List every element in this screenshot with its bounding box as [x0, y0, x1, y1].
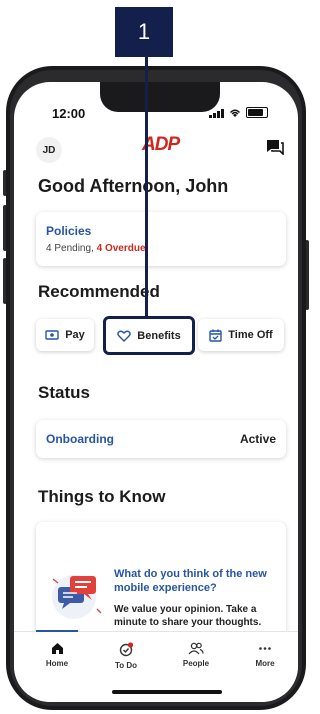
feedback-illustration-icon: [52, 575, 102, 619]
heart-icon: [117, 330, 132, 342]
time-off-label: Time Off: [228, 329, 273, 341]
home-indicator: [112, 690, 222, 694]
policies-summary: 4 Pending, 4 Overdue: [46, 243, 146, 254]
app-screen: 12:00 JD ADP Good Afternoon, John Polici…: [14, 82, 298, 702]
feedback-text: We value your opinion. Take a minute to …: [114, 604, 262, 628]
tab-more-label: More: [255, 659, 275, 668]
chat-icon[interactable]: [266, 139, 284, 155]
things-to-know-title: Things to Know: [38, 487, 166, 506]
tab-todo[interactable]: To Do: [96, 642, 156, 670]
feedback-title[interactable]: What do you think of the new mobile expe…: [114, 567, 280, 595]
signal-icon: [209, 108, 224, 118]
tab-home-label: Home: [45, 659, 69, 668]
avatar[interactable]: JD: [36, 137, 62, 163]
calendar-icon: [209, 329, 222, 342]
tab-people-label: People: [182, 659, 210, 668]
feedback-card[interactable]: What do you think of the new mobile expe…: [36, 522, 286, 642]
status-icons: [209, 107, 268, 118]
status-time: 12:00: [52, 106, 86, 121]
battery-icon: [246, 107, 268, 118]
benefits-label: Benefits: [137, 329, 181, 342]
tab-todo-label: To Do: [114, 661, 138, 670]
pay-button[interactable]: Pay: [36, 319, 94, 351]
time-off-button[interactable]: Time Off: [198, 319, 284, 351]
policies-pending: 4 Pending,: [46, 243, 94, 254]
onboarding-label: Onboarding: [46, 432, 114, 446]
onboarding-status-card[interactable]: Onboarding Active: [36, 420, 286, 458]
tab-people[interactable]: People: [166, 642, 226, 668]
status-title: Status: [38, 383, 90, 402]
step-callout-badge: 1: [115, 7, 173, 57]
wifi-icon: [230, 109, 240, 117]
policies-title: Policies: [46, 224, 92, 238]
policies-overdue: 4 Overdue: [96, 243, 146, 254]
more-icon: [259, 647, 271, 650]
people-icon: [188, 642, 204, 655]
onboarding-status-value: Active: [239, 432, 276, 446]
pay-icon: [45, 329, 59, 340]
tab-home[interactable]: Home: [27, 642, 87, 668]
notch: [100, 82, 220, 112]
tab-more[interactable]: More: [235, 642, 295, 668]
benefits-button[interactable]: Benefits: [103, 316, 195, 355]
pay-label: Pay: [65, 329, 85, 341]
recommended-title: Recommended: [38, 282, 160, 301]
active-tab-indicator: [36, 630, 78, 632]
todo-icon: [119, 642, 133, 657]
callout-connector-line: [145, 57, 148, 318]
greeting: Good Afternoon, John: [38, 176, 229, 196]
policies-card[interactable]: Policies 4 Pending, 4 Overdue: [36, 212, 286, 266]
home-icon: [51, 643, 63, 654]
